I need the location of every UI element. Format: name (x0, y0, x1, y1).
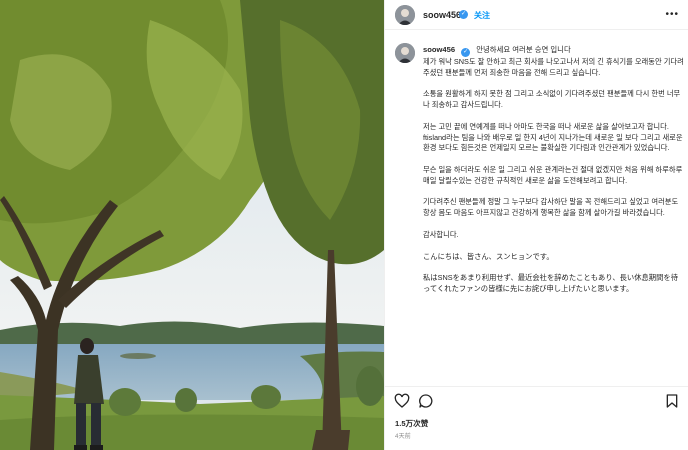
caption-greeting: 안녕하세요 여러분 승연 입니다 (476, 45, 571, 54)
username[interactable]: soow456 (423, 10, 461, 20)
caption-paragraph: 저는 고민 끝에 연예계를 떠나 아마도 한국을 떠나 새로운 삶을 살아보고자… (423, 121, 683, 153)
bookmark-icon[interactable] (664, 393, 680, 409)
comment-icon[interactable] (418, 393, 434, 409)
caption-paragraph: 소통을 원활하게 하지 못한 점 그리고 소식없이 기다려주셨던 팬분들께 다시… (423, 89, 681, 110)
like-count[interactable]: 1.5万次赞 (395, 418, 428, 429)
caption-area[interactable]: soow456 ✓ 안녕하세요 여러분 승연 입니다 제가 워낙 SNS도 잘 … (385, 31, 688, 377)
verified-badge-icon: ✓ (459, 10, 468, 19)
post-timestamp[interactable]: 4天前 (395, 431, 411, 440)
heart-icon[interactable] (394, 393, 410, 409)
caption-paragraph: 감사합니다. (423, 229, 459, 239)
caption-body: 제가 워낙 SNS도 잘 안하고 최근 회사를 나오고나서 저의 긴 휴식기를 … (423, 57, 685, 305)
post-side-panel: soow456 ✓ 关注 ••• soow456 ✓ 안녕하세요 여러분 승연 … (384, 0, 688, 450)
caption-paragraph: 기다려주신 팬분들께 정말 그 누구보다 감사하단 말을 꼭 전해드리고 싶었고… (423, 197, 679, 218)
caption-header: soow456 ✓ 안녕하세요 여러분 승연 입니다 (423, 44, 683, 57)
caption-username[interactable]: soow456 (423, 45, 455, 54)
caption-paragraph: 무슨 일을 하더라도 쉬운 일 그리고 쉬운 관계라는건 절대 없겠지만 처음 … (423, 164, 683, 185)
follow-button[interactable]: 关注 (474, 10, 490, 21)
caption-paragraph-jp: 私はSNSをあまり利用せず、最近会社を辞めたこともあり、長い休息期間を待ってくれ… (423, 273, 678, 294)
caption-avatar[interactable] (395, 43, 415, 63)
post-header: soow456 ✓ 关注 ••• (385, 0, 688, 30)
caption-paragraph-jp: こんにちは、皆さん、スンヒョンです。 (423, 252, 554, 262)
caption-verified-icon: ✓ (461, 48, 471, 57)
more-icon[interactable]: ••• (665, 9, 679, 20)
caption-paragraph: 제가 워낙 SNS도 잘 안하고 최근 회사를 나오고나서 저의 긴 휴식기를 … (423, 57, 684, 77)
post-photo[interactable] (0, 0, 384, 450)
lake-landscape-image (0, 0, 384, 450)
avatar[interactable] (395, 5, 415, 25)
action-bar (385, 386, 688, 414)
